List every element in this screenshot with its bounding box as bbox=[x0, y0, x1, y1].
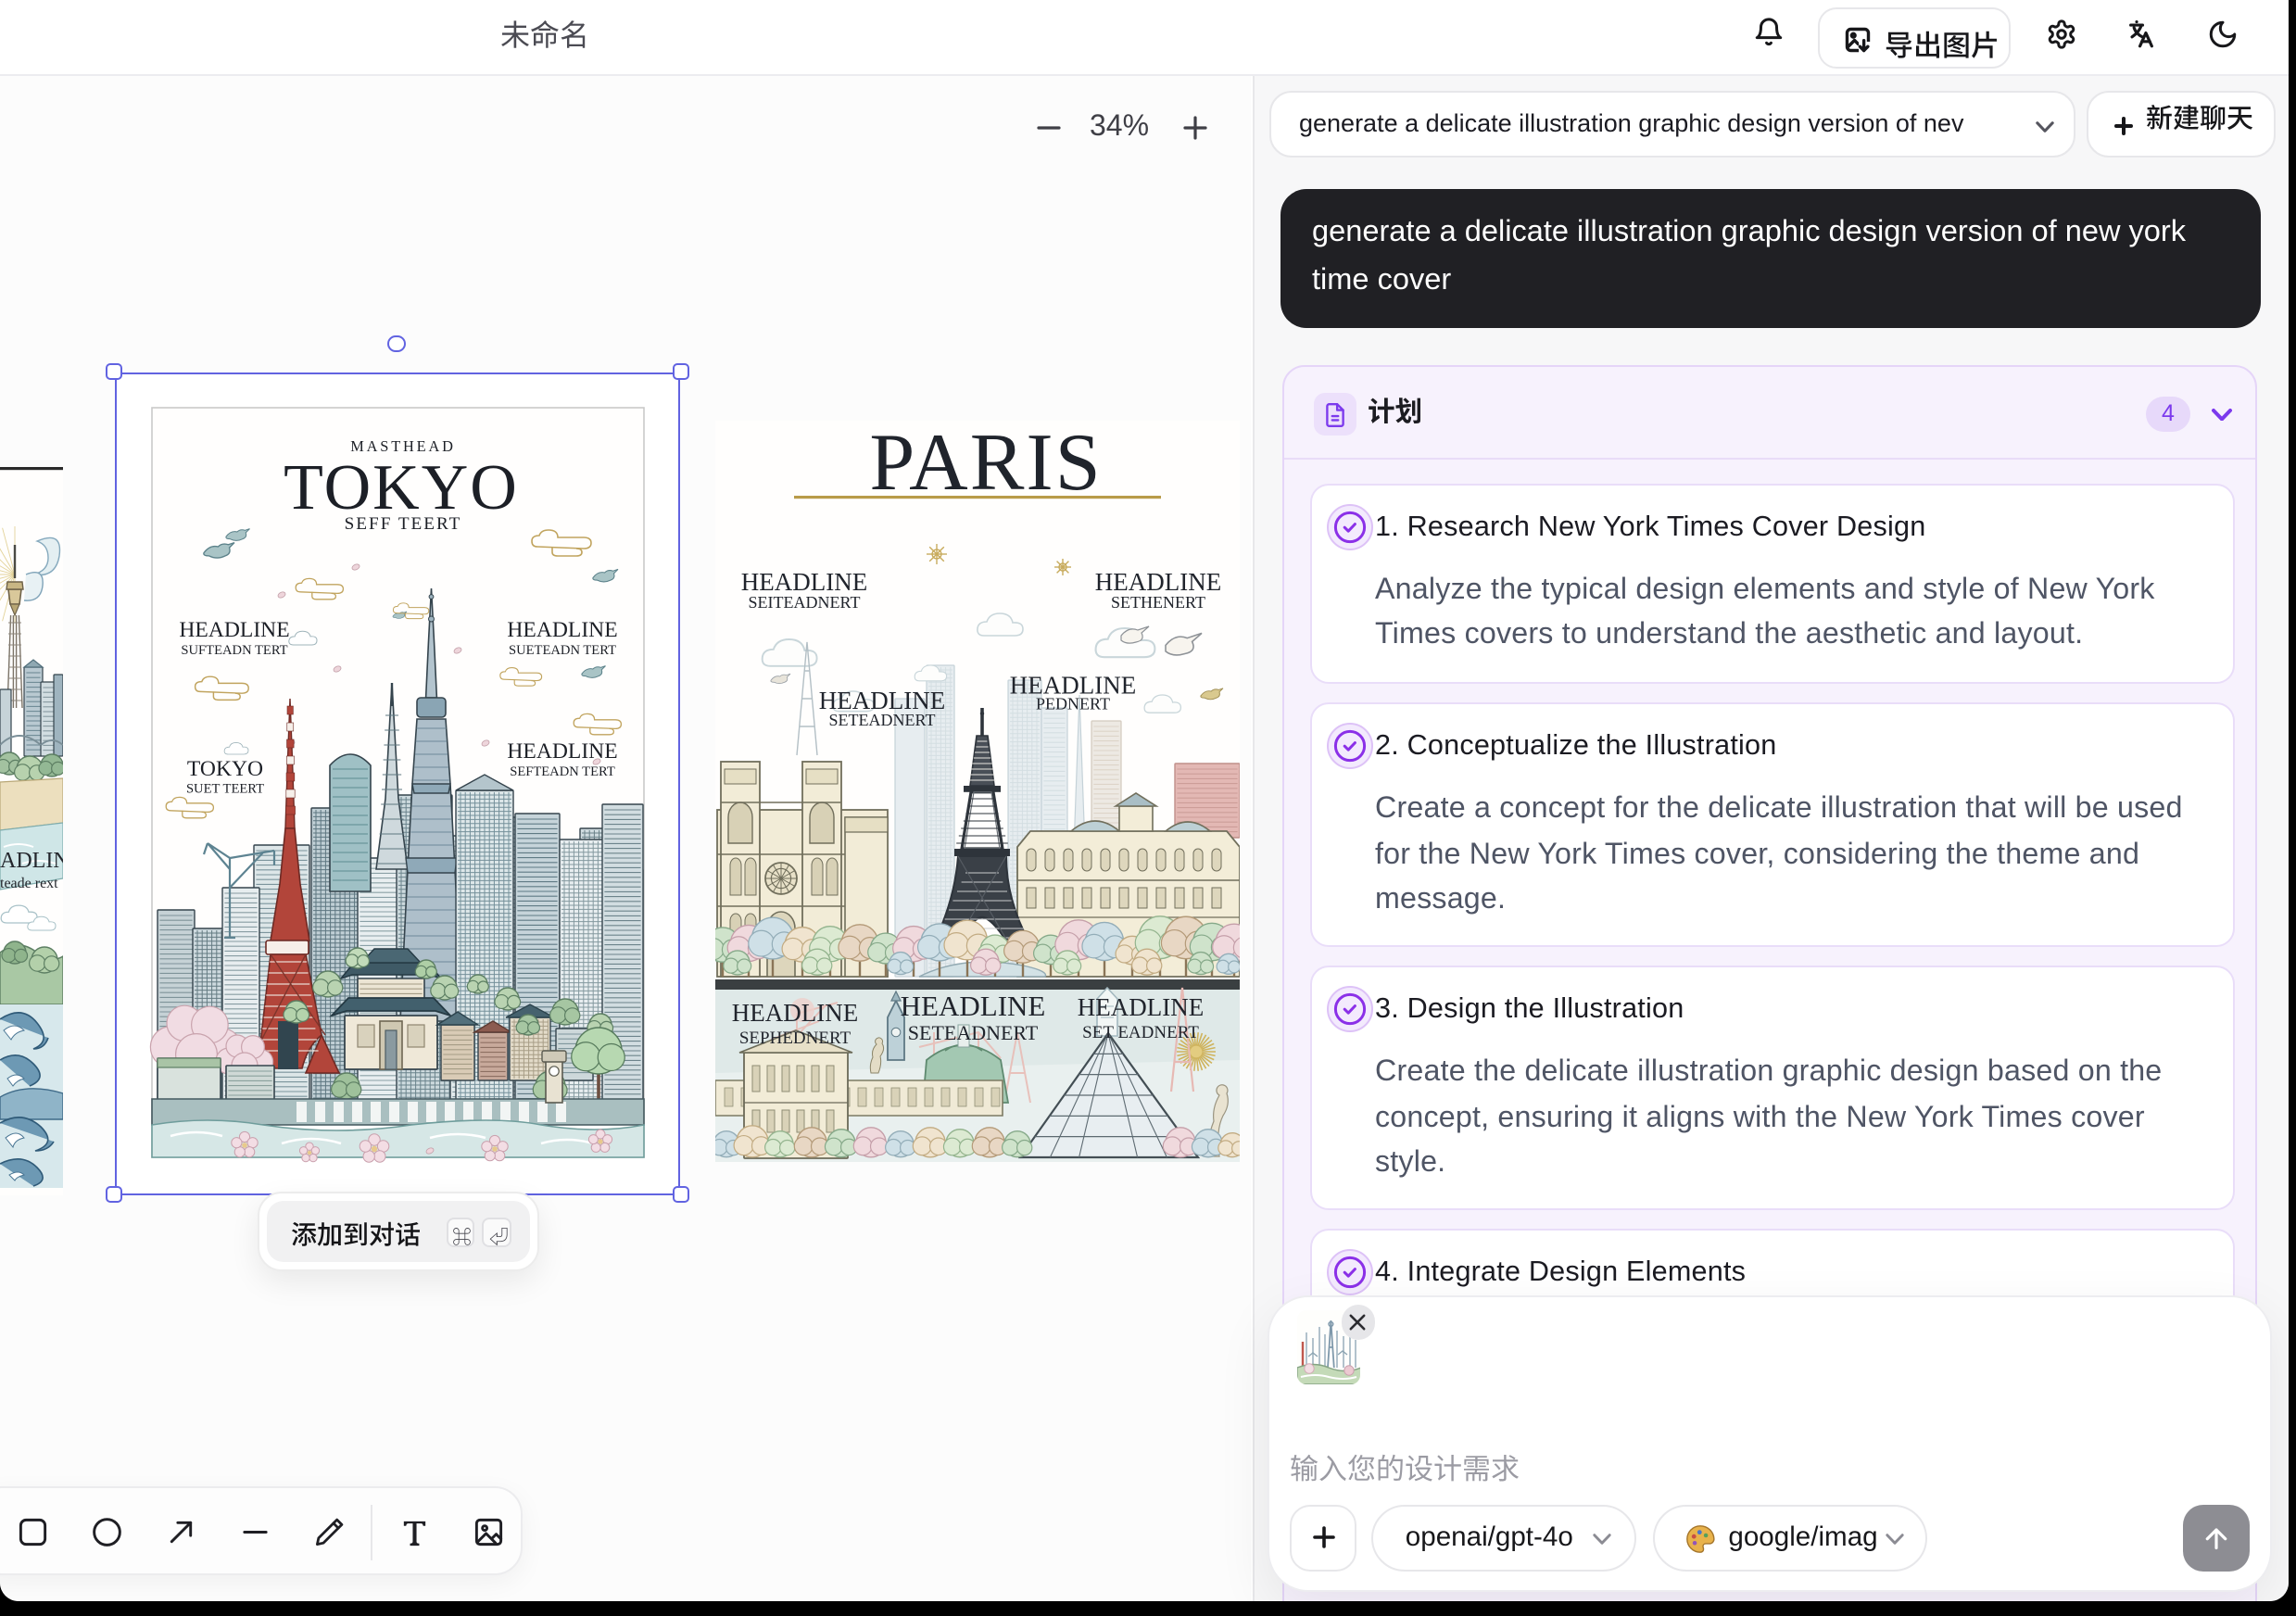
svg-text:SEPHEDNERT: SEPHEDNERT bbox=[739, 1029, 852, 1048]
svg-text:ADLINE: ADLINE bbox=[0, 848, 63, 872]
svg-text:HEADLINE: HEADLINE bbox=[741, 568, 867, 596]
svg-text:PEDNERT: PEDNERT bbox=[1036, 695, 1110, 713]
svg-text:SEITEADNERT: SEITEADNERT bbox=[749, 593, 861, 612]
svg-text:SET EADNERT: SET EADNERT bbox=[1082, 1023, 1199, 1042]
svg-text:HEADLINE: HEADLINE bbox=[1078, 993, 1204, 1021]
svg-text:PARIS: PARIS bbox=[869, 421, 1102, 508]
svg-text:teade rext: teade rext bbox=[0, 875, 58, 890]
svg-text:SETEADNERT: SETEADNERT bbox=[908, 1021, 1039, 1044]
svg-text:SETHENERT: SETHENERT bbox=[1111, 593, 1205, 612]
svg-text:HEADLINE: HEADLINE bbox=[901, 990, 1046, 1022]
svg-text:HEADLINE: HEADLINE bbox=[1095, 568, 1221, 596]
svg-text:HEADLINE: HEADLINE bbox=[732, 999, 858, 1027]
svg-text:SETEADNERT: SETEADNERT bbox=[829, 711, 936, 729]
